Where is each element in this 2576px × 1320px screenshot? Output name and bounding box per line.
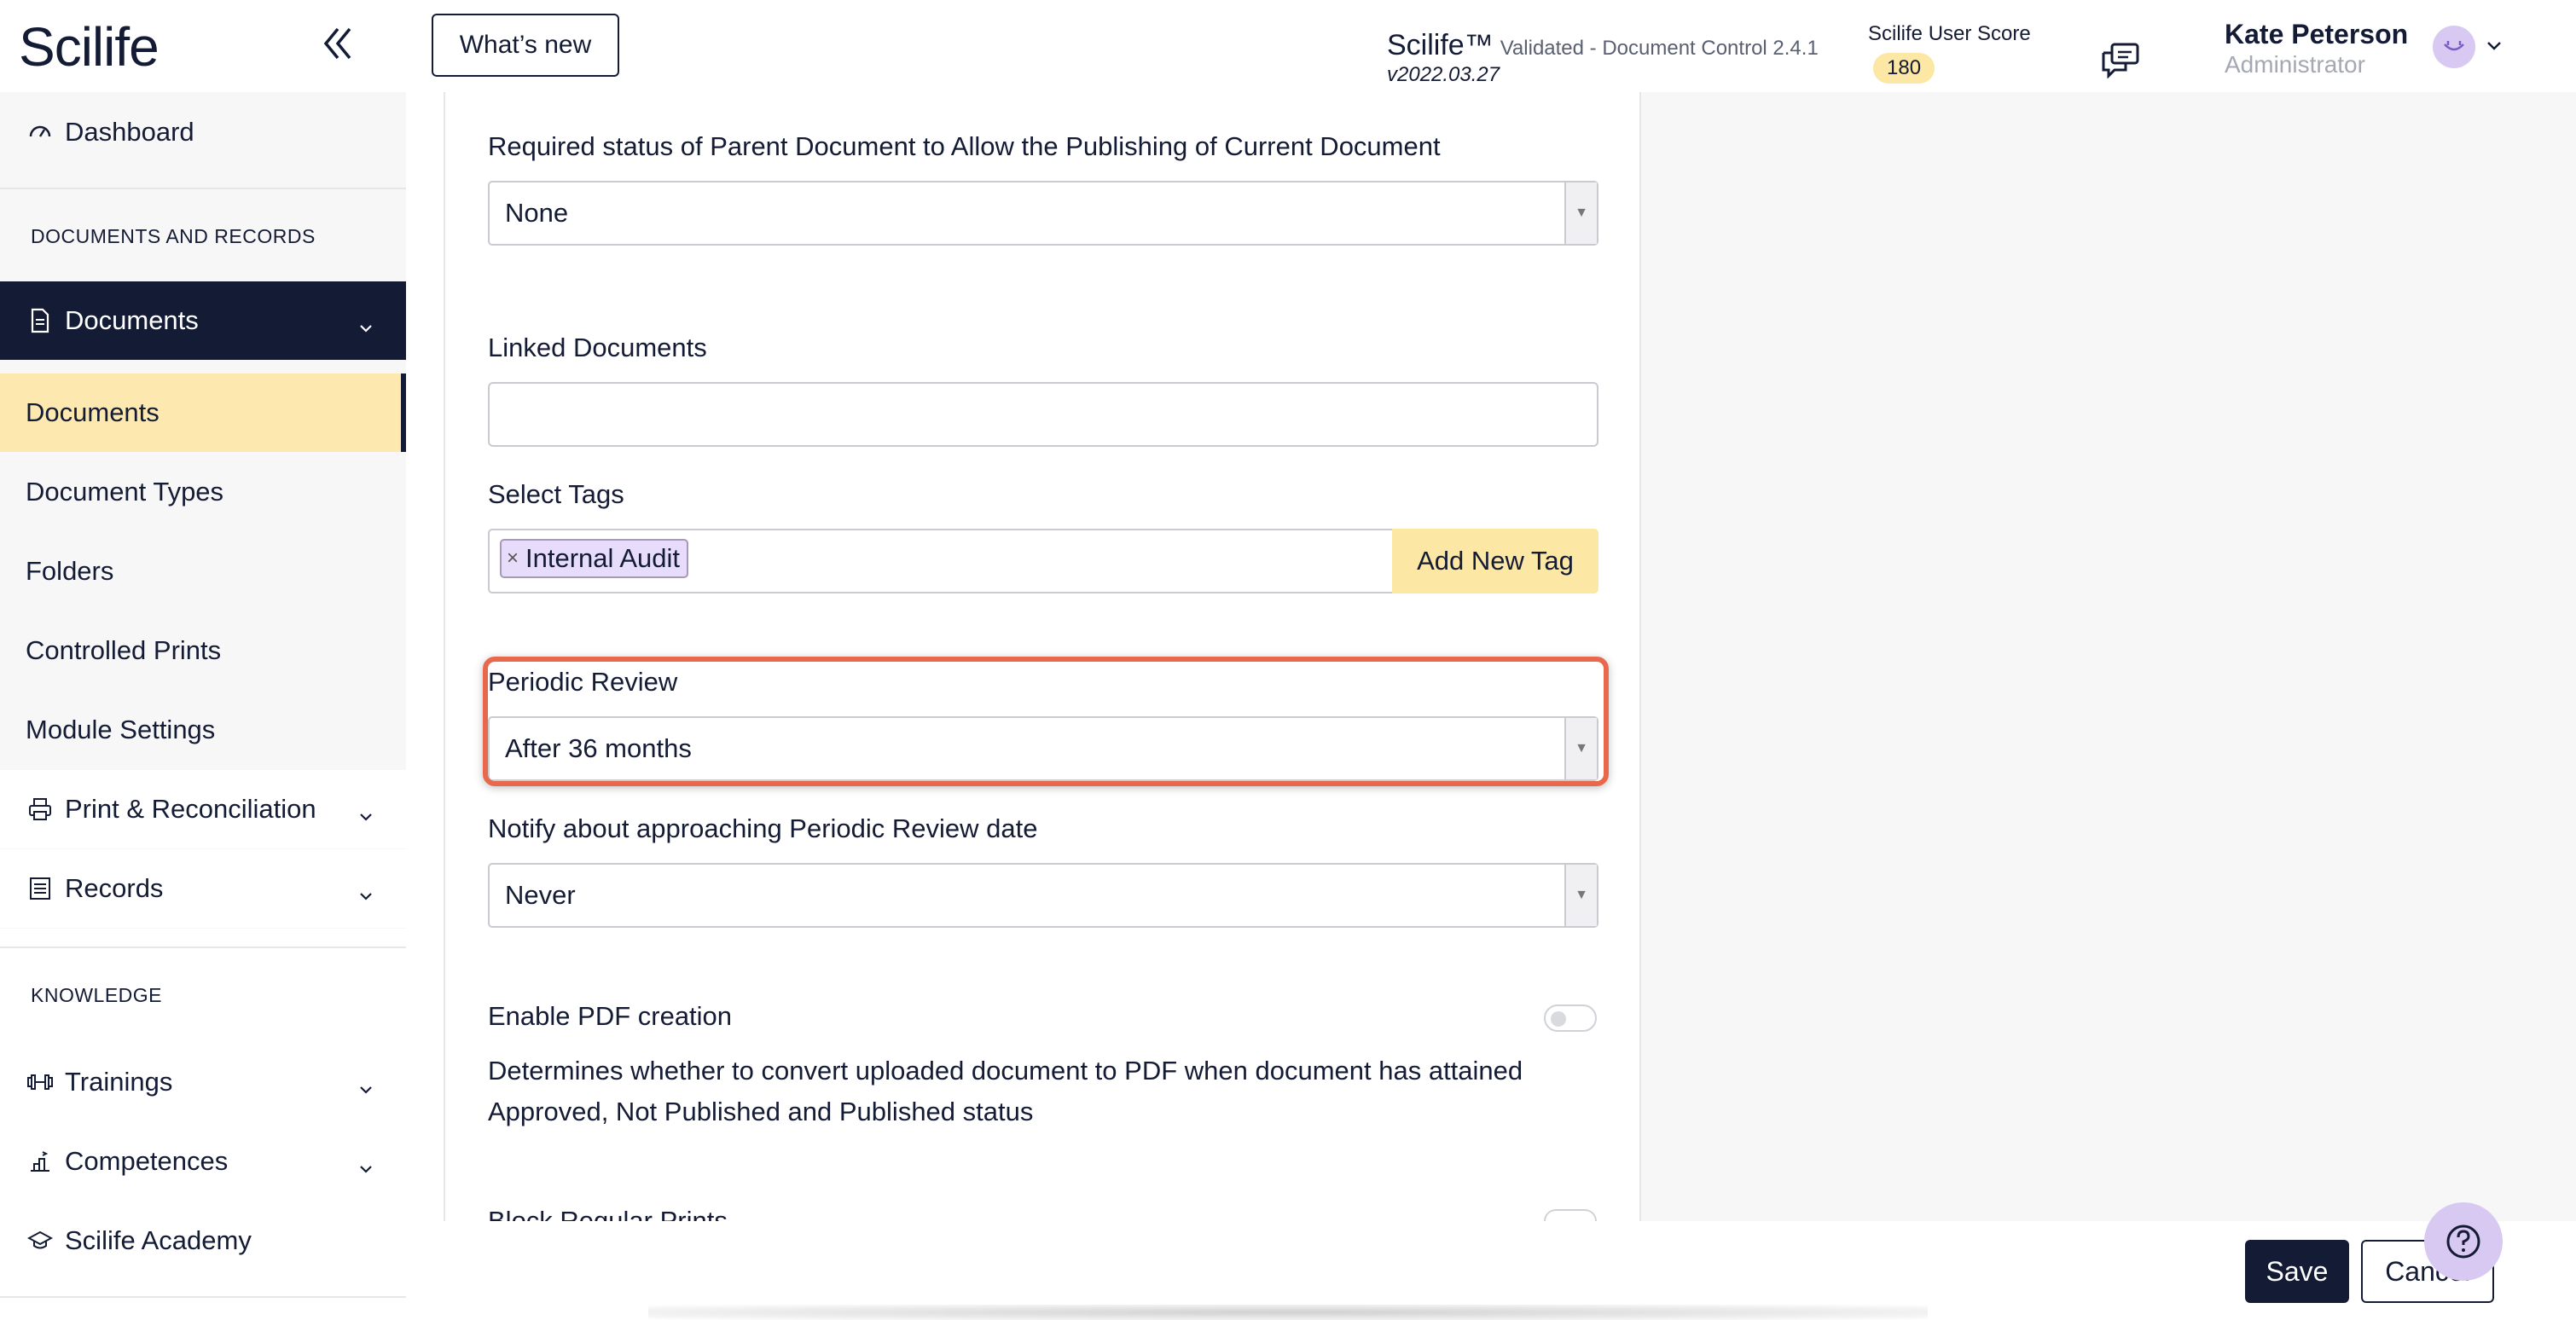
sidebar-item-label: Document Types: [26, 477, 224, 507]
add-new-tag-button[interactable]: Add New Tag: [1392, 529, 1598, 593]
sidebar-item-competences[interactable]: Competences: [0, 1122, 406, 1201]
select-value: None: [505, 198, 569, 228]
section-label-knowledge: KNOWLEDGE: [31, 984, 163, 1006]
printer-icon: [26, 795, 55, 824]
sidebar-item-documents[interactable]: Documents: [0, 373, 406, 452]
tag-label: Internal Audit: [525, 543, 680, 573]
document-icon: [26, 306, 55, 335]
sidebar-item-label: Competences: [65, 1146, 229, 1176]
pdf-creation-description: Determines whether to convert uploaded d…: [488, 1056, 1523, 1126]
chevron-down-icon: [357, 312, 375, 333]
sidebar-item-label: Documents: [26, 397, 160, 427]
user-name[interactable]: Kate Peterson: [2225, 19, 2408, 50]
notify-select[interactable]: Never ▼: [488, 863, 1598, 928]
sidebar-item-label: Folders: [26, 556, 114, 586]
records-icon: [26, 874, 55, 903]
block-prints-toggle[interactable]: [1544, 1209, 1597, 1221]
right-panel: [1641, 92, 2576, 1221]
app-subtitle: Validated - Document Control 2.4.1: [1500, 37, 1819, 60]
sidebar-item-label: Dashboard: [65, 117, 194, 147]
user-role: Administrator: [2225, 51, 2365, 78]
sidebar: Dashboard DOCUMENTS AND RECORDS Document…: [0, 92, 406, 1320]
chat-icon[interactable]: [2100, 41, 2141, 79]
sidebar-item-label: Trainings: [65, 1067, 173, 1097]
dropdown-arrow-icon[interactable]: ▼: [1564, 182, 1597, 244]
sidebar-item-document-types[interactable]: Document Types: [0, 453, 406, 531]
collapse-sidebar-icon[interactable]: [317, 22, 360, 65]
active-indicator: [401, 373, 406, 452]
app-info: Scilife™ Validated - Document Control 2.4…: [1387, 29, 1819, 62]
dropdown-arrow-icon[interactable]: ▼: [1564, 865, 1597, 926]
sidebar-item-label: Documents: [65, 305, 199, 335]
sidebar-item-label: Scilife Academy: [65, 1225, 252, 1255]
divider: [0, 188, 406, 189]
section-label-documents-records: DOCUMENTS AND RECORDS: [31, 225, 316, 247]
competences-icon: [26, 1147, 55, 1176]
avatar[interactable]: [2433, 26, 2475, 68]
linked-documents-input[interactable]: [488, 382, 1598, 447]
top-bar: Scilife What’s new Scilife™ Validated - D…: [0, 0, 2576, 92]
app-version: v2022.03.27: [1387, 63, 1500, 86]
sidebar-item-scilife-academy[interactable]: Scilife Academy: [0, 1201, 406, 1280]
whats-new-button[interactable]: What’s new: [432, 14, 619, 77]
sidebar-item-trainings[interactable]: Trainings: [0, 1043, 406, 1121]
toggle-knob: [1551, 1011, 1566, 1027]
user-score-badge: 180: [1873, 53, 1935, 84]
chevron-down-icon: [357, 1074, 375, 1094]
notify-label: Notify about approaching Periodic Review…: [488, 813, 1038, 843]
sidebar-item-folders[interactable]: Folders: [0, 532, 406, 611]
sidebar-item-dashboard[interactable]: Dashboard: [0, 93, 406, 171]
parent-status-select[interactable]: None ▼: [488, 181, 1598, 246]
parent-status-label: Required status of Parent Document to Al…: [488, 131, 1441, 161]
sidebar-item-records[interactable]: Records: [0, 849, 406, 928]
sidebar-item-label: Records: [65, 873, 164, 903]
chevron-down-icon[interactable]: [2484, 38, 2504, 55]
block-prints-label: Block Regular Prints: [488, 1206, 728, 1223]
user-score-label: Scilife User Score: [1868, 22, 2031, 45]
save-button[interactable]: Save: [2245, 1240, 2349, 1303]
footer-shadow: [648, 1305, 1928, 1320]
dumbbell-icon: [26, 1068, 55, 1097]
pdf-creation-toggle[interactable]: [1544, 1004, 1597, 1032]
scilife-logo[interactable]: Scilife: [19, 15, 160, 78]
sidebar-item-documents-group[interactable]: Documents: [0, 281, 406, 360]
sidebar-item-label: Print & Reconciliation: [65, 794, 316, 824]
sidebar-item-print-reconciliation[interactable]: Print & Reconciliation: [0, 770, 406, 848]
select-tags-label: Select Tags: [488, 479, 624, 509]
dashboard-icon: [26, 118, 55, 147]
sidebar-item-label: Module Settings: [26, 715, 216, 744]
user-score: Scilife User Score 180: [1868, 22, 2031, 84]
chevron-down-icon: [357, 1153, 375, 1173]
divider: [0, 947, 406, 948]
app-name: Scilife™: [1387, 29, 1494, 61]
divider: [0, 1296, 406, 1298]
graduation-cap-icon: [26, 1226, 55, 1255]
sidebar-item-module-settings[interactable]: Module Settings: [0, 691, 406, 769]
linked-documents-label: Linked Documents: [488, 333, 707, 362]
tags-input[interactable]: × Internal Audit: [488, 529, 1392, 593]
chevron-down-icon: [357, 801, 375, 821]
pdf-creation-label: Enable PDF creation: [488, 1001, 733, 1031]
sidebar-item-controlled-prints[interactable]: Controlled Prints: [0, 611, 406, 690]
tag-chip: × Internal Audit: [500, 539, 688, 578]
remove-tag-icon[interactable]: ×: [507, 547, 519, 570]
select-value: Never: [505, 880, 576, 910]
help-icon[interactable]: [2424, 1202, 2503, 1281]
sidebar-item-label: Controlled Prints: [26, 635, 222, 665]
chevron-down-icon: [357, 880, 375, 900]
highlight-annotation: [483, 657, 1609, 786]
